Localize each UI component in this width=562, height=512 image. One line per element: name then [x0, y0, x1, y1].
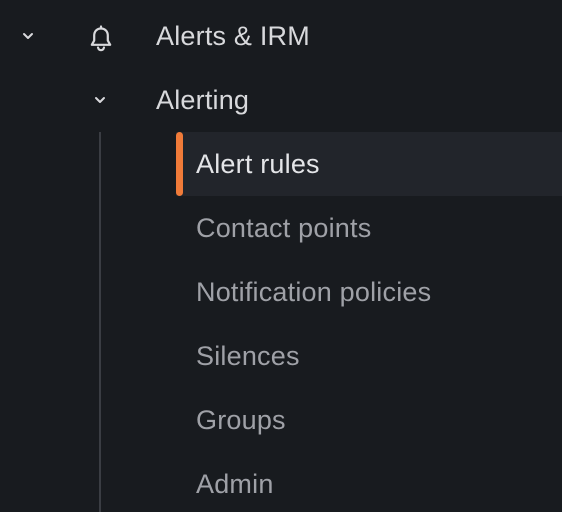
nav-item-contact-points[interactable]: Contact points [0, 196, 562, 260]
sidebar-nav: Alerts & IRM Alerting Alert rules Contac… [0, 0, 562, 512]
nav-subsection-label: Alerting [156, 85, 250, 115]
nav-item-alert-rules[interactable]: Alert rules [176, 132, 562, 196]
active-indicator [176, 132, 183, 196]
nav-section-alerts-irm[interactable]: Alerts & IRM [0, 4, 562, 68]
bell-icon [86, 24, 116, 54]
nav-item-label: Groups [196, 405, 286, 435]
nav-section-label: Alerts & IRM [156, 21, 310, 51]
nav-item-label: Admin [196, 469, 274, 499]
nav-item-silences[interactable]: Silences [0, 324, 562, 388]
nav-item-admin[interactable]: Admin [0, 452, 562, 512]
nav-item-groups[interactable]: Groups [0, 388, 562, 452]
nav-subsection-alerting[interactable]: Alerting [0, 68, 562, 132]
nav-item-label: Silences [196, 341, 300, 371]
chevron-down-icon[interactable] [88, 88, 112, 112]
nav-item-label: Alert rules [196, 149, 320, 179]
chevron-down-icon[interactable] [16, 24, 40, 48]
nav-item-notification-policies[interactable]: Notification policies [0, 260, 562, 324]
nav-item-label: Contact points [196, 213, 372, 243]
nav-item-label: Notification policies [196, 277, 432, 307]
